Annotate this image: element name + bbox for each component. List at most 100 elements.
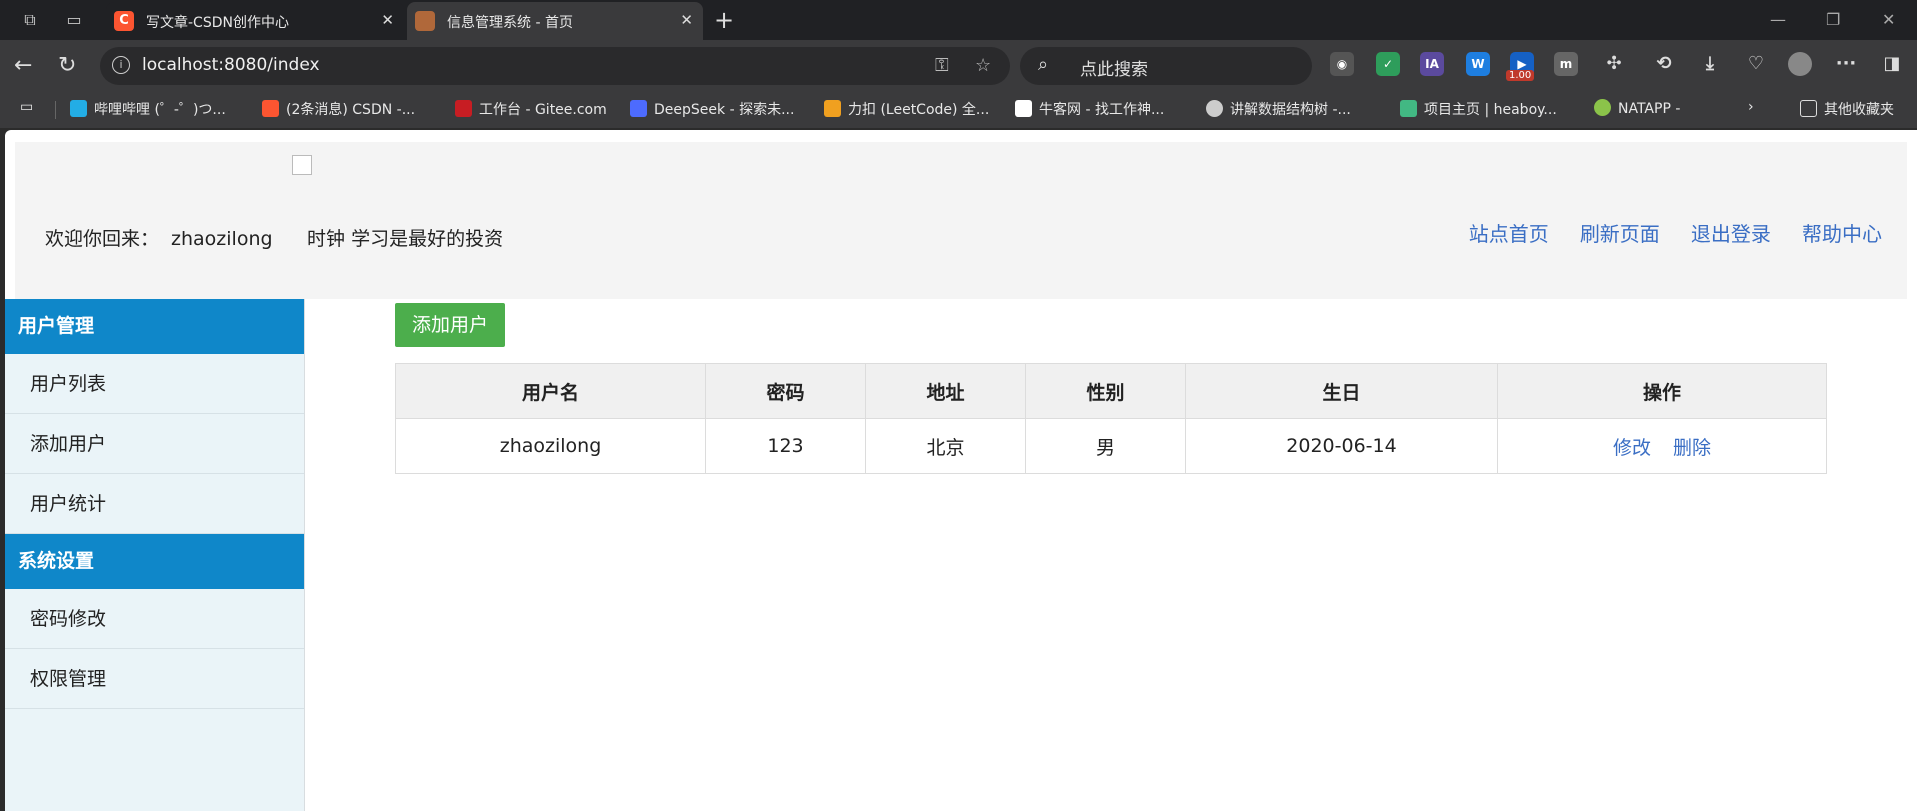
close-tab-icon[interactable]: ✕ — [680, 11, 693, 29]
close-tab-icon[interactable]: ✕ — [381, 11, 394, 29]
table-header-row: 用户名 密码 地址 性别 生日 操作 — [395, 363, 1827, 419]
refresh-page-link[interactable]: 刷新页面 — [1580, 222, 1660, 246]
table-row: zhaozilong 123 北京 男 2020-06-14 修改 删除 — [395, 418, 1827, 474]
key-icon[interactable]: ⚿ — [935, 55, 949, 76]
extensions-puzzle-icon[interactable]: ✣ — [1602, 52, 1626, 76]
leetcode-icon — [824, 100, 841, 117]
search-box[interactable]: ⌕ 点此搜索 — [1020, 47, 1312, 85]
site-icon — [415, 11, 435, 31]
user-table: 用户名 密码 地址 性别 生日 操作 zhaozilong 123 北京 男 2… — [395, 363, 1827, 474]
delete-link[interactable]: 删除 — [1673, 437, 1711, 459]
csdn-icon — [262, 100, 279, 117]
sidebar-section-system-settings[interactable]: 系统设置 — [5, 534, 304, 589]
bookmark-nowcoder[interactable]: 牛客网 - 找工作神... — [1015, 99, 1164, 119]
cell-birthday: 2020-06-14 — [1185, 418, 1498, 474]
sidebar: 用户管理 用户列表 添加用户 用户统计 系统设置 密码修改 权限管理 — [5, 299, 305, 811]
motto-text: 学习是最好的投资 — [351, 228, 504, 250]
clock-label: 时钟 — [307, 228, 346, 250]
profile-avatar-icon[interactable] — [1788, 52, 1812, 76]
cell-username: zhaozilong — [395, 418, 706, 474]
restore-icon[interactable]: ❐ — [1826, 10, 1840, 29]
back-icon[interactable]: ← — [14, 53, 32, 78]
tab-title: 信息管理系统 - 首页 — [447, 15, 573, 31]
bookmark-leetcode[interactable]: 力扣 (LeetCode) 全... — [824, 99, 989, 119]
gitee-icon — [455, 100, 472, 117]
page-viewport: 欢迎你回来： zhaozilong 时钟 学习是最好的投资 站点首页 刷新页面 退… — [5, 130, 1917, 811]
bookmark-bilibili[interactable]: 哔哩哔哩 (゜-゜)つ... — [70, 99, 226, 119]
logout-link[interactable]: 退出登录 — [1691, 222, 1771, 246]
health-icon[interactable]: ♡ — [1744, 52, 1768, 76]
column-header-birthday: 生日 — [1185, 363, 1498, 419]
welcome-message: 欢迎你回来： zhaozilong — [45, 224, 273, 251]
address-bar[interactable]: i localhost:8080/index ⚿ ☆ — [100, 47, 1010, 85]
folder-icon — [1800, 100, 1817, 117]
column-header-password: 密码 — [705, 363, 866, 419]
sidebar-section-user-management[interactable]: 用户管理 — [5, 299, 304, 354]
minimize-icon[interactable]: — — [1770, 10, 1786, 29]
extension-ia-icon[interactable]: IA — [1420, 52, 1444, 76]
clock-motto: 时钟 学习是最好的投资 — [307, 224, 503, 251]
search-placeholder: 点此搜索 — [1080, 60, 1148, 80]
bookmarks-bar: ▭ 哔哩哔哩 (゜-゜)つ... (2条消息) CSDN -... 工作台 - … — [0, 90, 1917, 128]
sidebar-item-add-user[interactable]: 添加用户 — [5, 414, 304, 474]
bookmark-deepseek[interactable]: DeepSeek - 探索未... — [630, 99, 794, 119]
vue-icon — [1400, 100, 1417, 117]
bookmark-natapp[interactable]: NATAPP - — [1594, 99, 1680, 117]
sidebar-toggle-icon[interactable]: ◨ — [1880, 52, 1904, 76]
workspaces-icon[interactable]: ⧉ — [18, 8, 42, 32]
extension-version-badge: 1.00 — [1506, 70, 1535, 81]
bookmarks-menu-icon[interactable]: ▭ — [20, 99, 33, 115]
favorite-star-icon[interactable]: ☆ — [975, 55, 991, 76]
column-header-username: 用户名 — [395, 363, 706, 419]
header-links: 站点首页 刷新页面 退出登录 帮助中心 — [1443, 218, 1882, 247]
bilibili-icon — [70, 100, 87, 117]
refresh-icon[interactable]: ↻ — [58, 53, 76, 78]
nowcoder-icon — [1015, 100, 1032, 117]
help-center-link[interactable]: 帮助中心 — [1802, 222, 1882, 246]
history-icon[interactable]: ⟲ — [1652, 52, 1676, 76]
new-tab-icon[interactable]: + — [714, 6, 734, 34]
cell-address: 北京 — [865, 418, 1026, 474]
bookmark-gitee[interactable]: 工作台 - Gitee.com — [455, 99, 607, 119]
sidebar-item-change-password[interactable]: 密码修改 — [5, 589, 304, 649]
csdn-icon: C — [114, 11, 134, 31]
site-home-link[interactable]: 站点首页 — [1469, 222, 1549, 246]
tab-info-system[interactable]: 信息管理系统 - 首页 ✕ — [407, 2, 703, 40]
extension-shield-icon[interactable]: ✓ — [1376, 52, 1400, 76]
deepseek-icon — [630, 100, 647, 117]
extension-m-icon[interactable]: m — [1554, 52, 1578, 76]
add-user-button[interactable]: 添加用户 — [395, 303, 505, 347]
more-menu-icon[interactable]: ··· — [1834, 52, 1858, 76]
bookmarks-divider — [55, 101, 56, 119]
column-header-address: 地址 — [865, 363, 1026, 419]
bookmark-heaboy[interactable]: 项目主页 | heaboy... — [1400, 99, 1557, 119]
column-header-gender: 性别 — [1025, 363, 1186, 419]
sidebar-item-user-list[interactable]: 用户列表 — [5, 354, 304, 414]
bookmark-data-structure[interactable]: 讲解数据结构树 -... — [1206, 99, 1351, 119]
download-icon[interactable]: ⤓ — [1698, 52, 1722, 76]
cell-actions: 修改 删除 — [1497, 418, 1827, 474]
cell-password: 123 — [705, 418, 866, 474]
extension-w-icon[interactable]: W — [1466, 52, 1490, 76]
close-window-icon[interactable]: ✕ — [1882, 10, 1895, 29]
broken-image-icon — [292, 155, 312, 175]
extension-glasses-icon[interactable]: ◉ — [1330, 52, 1354, 76]
browser-nav-bar: ← ↻ i localhost:8080/index ⚿ ☆ ⌕ 点此搜索 ◉ … — [0, 40, 1917, 90]
tab-title: 写文章-CSDN创作中心 — [146, 15, 289, 31]
welcome-label: 欢迎你回来： — [45, 228, 160, 250]
page-header: 欢迎你回来： zhaozilong 时钟 学习是最好的投资 站点首页 刷新页面 退… — [15, 142, 1907, 299]
browser-tab-bar: ⧉ ▭ C 写文章-CSDN创作中心 ✕ 信息管理系统 - 首页 ✕ + — ❐… — [0, 0, 1917, 40]
tab-actions-icon[interactable]: ▭ — [62, 8, 86, 32]
tab-csdn[interactable]: C 写文章-CSDN创作中心 ✕ — [106, 2, 404, 40]
other-bookmarks[interactable]: 其他收藏夹 — [1800, 99, 1894, 119]
site-info-icon[interactable]: i — [112, 56, 130, 74]
edit-link[interactable]: 修改 — [1613, 437, 1651, 459]
address-url[interactable]: localhost:8080/index — [142, 55, 320, 75]
chevron-right-icon[interactable]: › — [1748, 99, 1754, 115]
sidebar-item-user-stats[interactable]: 用户统计 — [5, 474, 304, 534]
search-icon: ⌕ — [1038, 54, 1049, 75]
bookmark-csdn[interactable]: (2条消息) CSDN -... — [262, 99, 415, 119]
cell-gender: 男 — [1025, 418, 1186, 474]
sidebar-item-permissions[interactable]: 权限管理 — [5, 649, 304, 709]
natapp-icon — [1594, 99, 1611, 116]
